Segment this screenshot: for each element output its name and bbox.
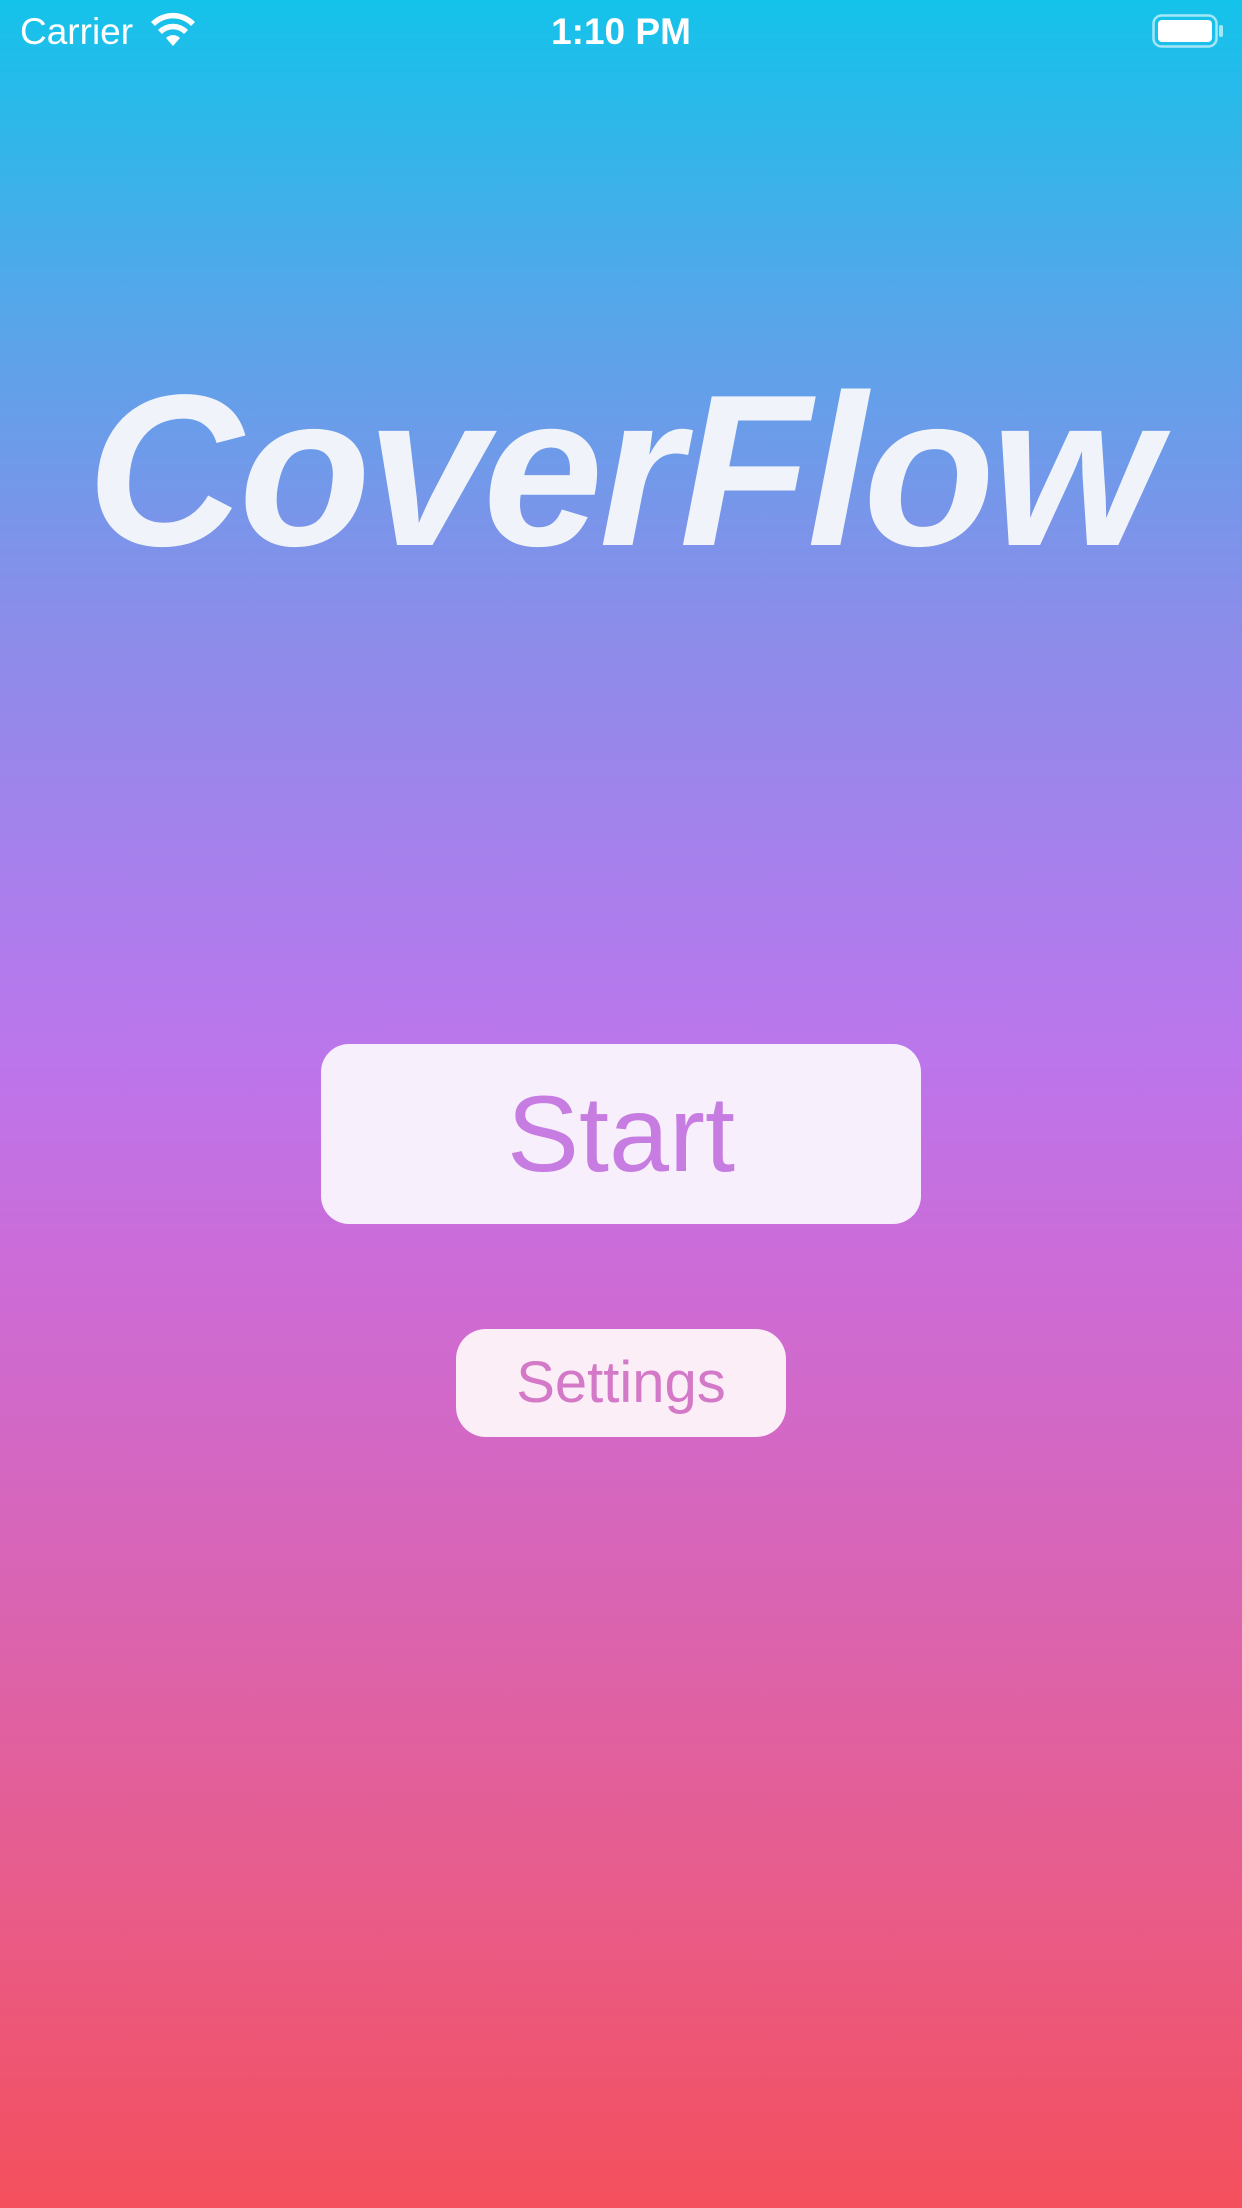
- battery-icon: [1152, 14, 1223, 48]
- status-bar: Carrier 1:10 PM: [0, 0, 1242, 60]
- settings-button[interactable]: Settings: [456, 1329, 786, 1437]
- app-title: CoverFlow: [86, 349, 1159, 591]
- status-time: 1:10 PM: [551, 11, 691, 52]
- start-button[interactable]: Start: [321, 1044, 921, 1224]
